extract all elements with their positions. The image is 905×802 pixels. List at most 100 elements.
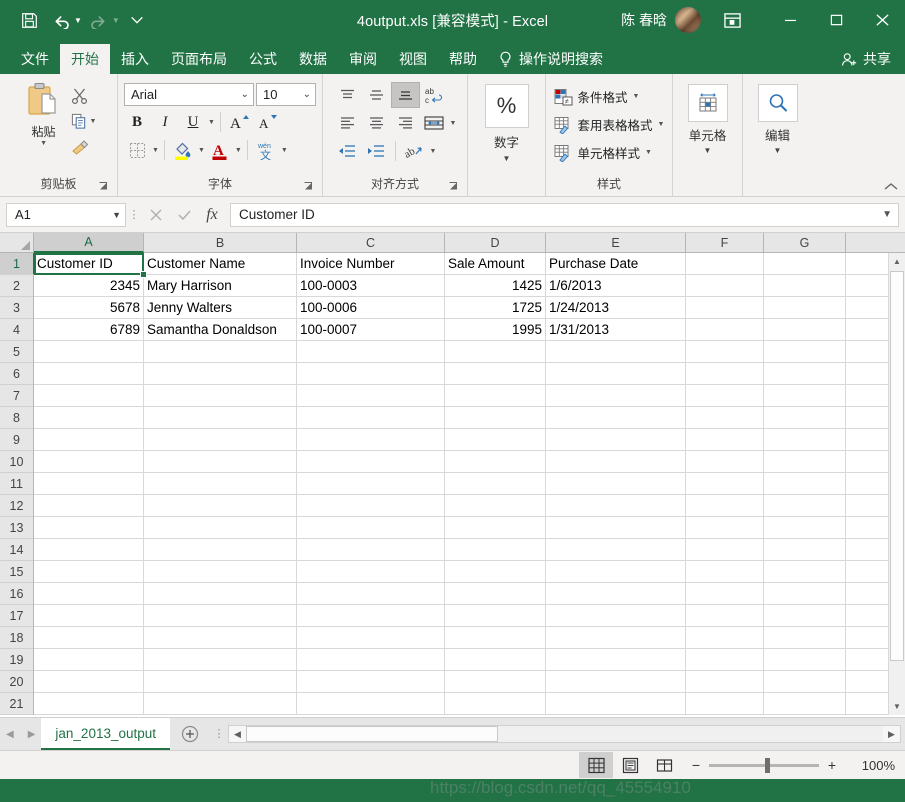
- cell-A19[interactable]: [34, 649, 144, 671]
- cell-F18[interactable]: [686, 627, 764, 649]
- underline-dropdown-icon[interactable]: ▼: [208, 119, 215, 126]
- alignment-dialog-launcher[interactable]: [448, 181, 460, 193]
- zoom-out-button[interactable]: −: [689, 757, 703, 773]
- cell-B8[interactable]: [144, 407, 297, 429]
- cell-A1[interactable]: Customer ID: [34, 253, 144, 275]
- paste-button[interactable]: 粘贴 ▼: [19, 80, 69, 147]
- clipboard-dialog-launcher[interactable]: [98, 181, 110, 193]
- cell-F12[interactable]: [686, 495, 764, 517]
- cell-A11[interactable]: [34, 473, 144, 495]
- cell-C6[interactable]: [297, 363, 445, 385]
- cell-F16[interactable]: [686, 583, 764, 605]
- column-header-B[interactable]: B: [144, 233, 297, 252]
- align-center-button[interactable]: [363, 111, 390, 135]
- cell-D7[interactable]: [445, 385, 546, 407]
- cell-E15[interactable]: [546, 561, 686, 583]
- cell-G2[interactable]: [764, 275, 846, 297]
- sheet-tab-jan-2013-output[interactable]: jan_2013_output: [41, 718, 171, 750]
- row-header-19[interactable]: 19: [0, 649, 33, 671]
- cell-F4[interactable]: [686, 319, 764, 341]
- row-header-7[interactable]: 7: [0, 385, 33, 407]
- cell-F17[interactable]: [686, 605, 764, 627]
- cell-C1[interactable]: Invoice Number: [297, 253, 445, 275]
- tab-page-layout[interactable]: 页面布局: [160, 44, 238, 74]
- scroll-up-button[interactable]: ▲: [889, 253, 905, 270]
- cell-F15[interactable]: [686, 561, 764, 583]
- cell-C8[interactable]: [297, 407, 445, 429]
- cell-styles-button[interactable]: 单元格样式 ▼: [550, 140, 669, 165]
- cell-E14[interactable]: [546, 539, 686, 561]
- cell-C11[interactable]: [297, 473, 445, 495]
- zoom-level[interactable]: 100%: [847, 758, 905, 773]
- expand-formula-bar-icon[interactable]: ▼: [882, 209, 892, 220]
- cell-G9[interactable]: [764, 429, 846, 451]
- cell-B7[interactable]: [144, 385, 297, 407]
- horizontal-scroll-thumb[interactable]: [246, 726, 499, 742]
- select-all-button[interactable]: [0, 233, 34, 252]
- column-header-D[interactable]: D: [445, 233, 546, 252]
- cell-G6[interactable]: [764, 363, 846, 385]
- cell-D10[interactable]: [445, 451, 546, 473]
- column-header-E[interactable]: E: [546, 233, 686, 252]
- row-header-18[interactable]: 18: [0, 627, 33, 649]
- tell-me-box[interactable]: 操作说明搜索: [488, 44, 603, 74]
- cell-B6[interactable]: [144, 363, 297, 385]
- cell-B11[interactable]: [144, 473, 297, 495]
- align-bottom-button[interactable]: [390, 82, 420, 108]
- grow-font-button[interactable]: A: [226, 110, 252, 134]
- cell-F21[interactable]: [686, 693, 764, 715]
- cell-E3[interactable]: 1/24/2013: [546, 297, 686, 319]
- maximize-button[interactable]: [813, 0, 859, 40]
- decrease-indent-button[interactable]: [334, 139, 361, 163]
- next-sheet-button[interactable]: ▶: [28, 729, 36, 740]
- row-header-12[interactable]: 12: [0, 495, 33, 517]
- format-as-table-dropdown-icon[interactable]: ▼: [658, 121, 665, 128]
- tab-view[interactable]: 视图: [388, 44, 438, 74]
- cell-B10[interactable]: [144, 451, 297, 473]
- cell-A17[interactable]: [34, 605, 144, 627]
- cell-B1[interactable]: Customer Name: [144, 253, 297, 275]
- scroll-down-button[interactable]: ▼: [889, 698, 905, 715]
- cell-C3[interactable]: 100-0006: [297, 297, 445, 319]
- cell-B9[interactable]: [144, 429, 297, 451]
- horizontal-scroll-track[interactable]: ◀ ▶: [228, 725, 901, 743]
- cell-A16[interactable]: [34, 583, 144, 605]
- cell-D14[interactable]: [445, 539, 546, 561]
- cell-E21[interactable]: [546, 693, 686, 715]
- cell-B13[interactable]: [144, 517, 297, 539]
- cell-A15[interactable]: [34, 561, 144, 583]
- row-header-13[interactable]: 13: [0, 517, 33, 539]
- cell-B2[interactable]: Mary Harrison: [144, 275, 297, 297]
- avatar[interactable]: [675, 7, 701, 33]
- cell-F14[interactable]: [686, 539, 764, 561]
- row-header-14[interactable]: 14: [0, 539, 33, 561]
- cell-G3[interactable]: [764, 297, 846, 319]
- cell-E18[interactable]: [546, 627, 686, 649]
- horizontal-scrollbar[interactable]: ⋮ ◀ ▶: [210, 718, 905, 750]
- cell-C7[interactable]: [297, 385, 445, 407]
- increase-indent-button[interactable]: [363, 139, 390, 163]
- zoom-track[interactable]: [709, 757, 819, 773]
- font-color-button[interactable]: A: [207, 138, 233, 162]
- cell-F7[interactable]: [686, 385, 764, 407]
- cell-F1[interactable]: [686, 253, 764, 275]
- tab-formulas[interactable]: 公式: [238, 44, 288, 74]
- cell-G16[interactable]: [764, 583, 846, 605]
- cell-F13[interactable]: [686, 517, 764, 539]
- cell-G4[interactable]: [764, 319, 846, 341]
- cell-F8[interactable]: [686, 407, 764, 429]
- cell-C13[interactable]: [297, 517, 445, 539]
- font-dialog-launcher[interactable]: [303, 181, 315, 193]
- cell-A12[interactable]: [34, 495, 144, 517]
- cell-C21[interactable]: [297, 693, 445, 715]
- cell-C10[interactable]: [297, 451, 445, 473]
- cell-G8[interactable]: [764, 407, 846, 429]
- zoom-thumb[interactable]: [765, 757, 771, 773]
- shrink-font-button[interactable]: A: [254, 110, 280, 134]
- cell-G1[interactable]: [764, 253, 846, 275]
- column-header-F[interactable]: F: [686, 233, 764, 252]
- cut-button[interactable]: [69, 84, 99, 107]
- cell-C17[interactable]: [297, 605, 445, 627]
- row-header-16[interactable]: 16: [0, 583, 33, 605]
- save-icon[interactable]: [14, 7, 44, 33]
